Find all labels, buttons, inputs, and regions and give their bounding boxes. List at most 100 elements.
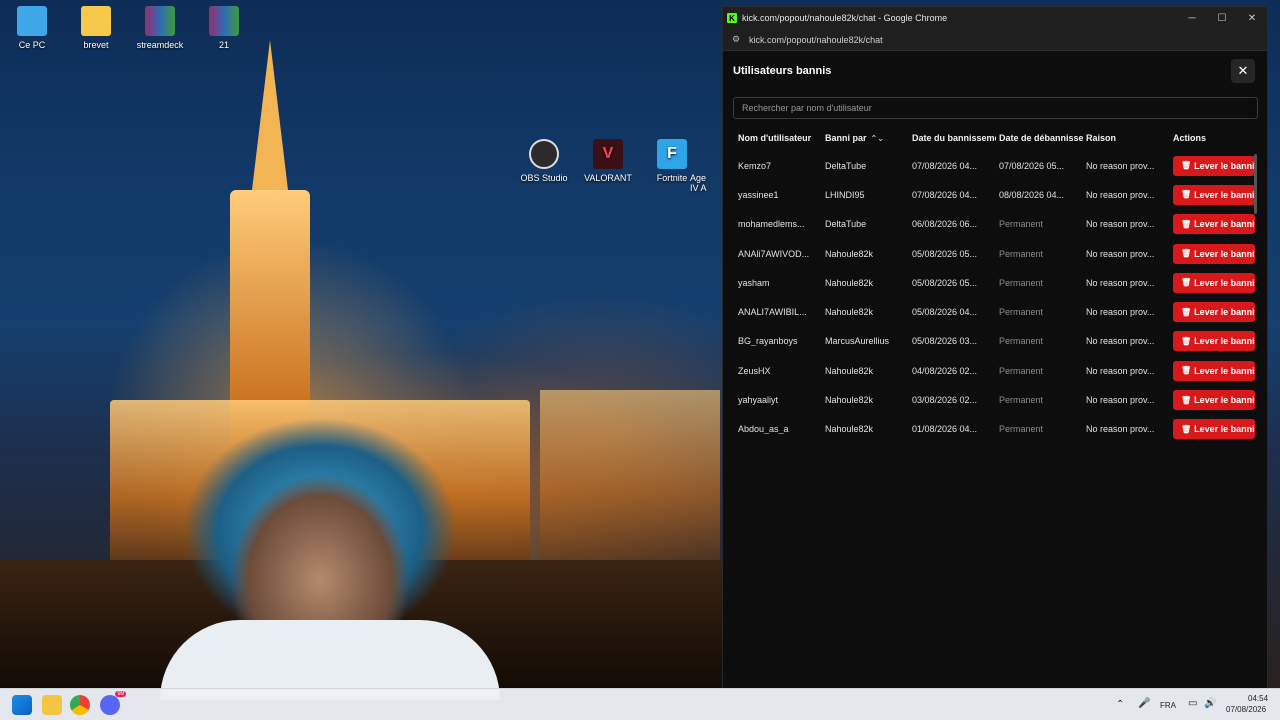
discord-notification-badge: 99 — [115, 691, 126, 697]
desktop-icon-label: Fortnite — [656, 173, 688, 183]
desktop-icon-ce-pc[interactable]: Ce PC — [0, 6, 64, 50]
unban-button-label: Lever le bannissement — [1194, 336, 1255, 347]
cell-reason: No reason prov... — [1086, 248, 1155, 259]
cell-unban-date: Permanent — [999, 307, 1044, 318]
cell-banned-by: Nahoule82k — [825, 248, 874, 259]
unban-button-label: Lever le bannissement — [1194, 189, 1255, 200]
cell-reason: No reason prov... — [1086, 160, 1155, 171]
unban-button-label: Lever le bannissement — [1194, 160, 1255, 171]
kick-logo-icon: K — [727, 13, 737, 23]
windows-start-icon[interactable] — [12, 695, 32, 715]
cell-ban-date: 03/08/2026 02... — [912, 395, 978, 406]
table-row: Abdou_as_a Nahoule82k 01/08/2026 04... Perm… — [723, 415, 1267, 444]
unban-button[interactable]: 🗑Lever le bannissement — [1173, 302, 1255, 323]
cell-ban-date: 05/08/2026 03... — [912, 336, 978, 347]
language-indicator[interactable]: FRA — [1160, 701, 1176, 710]
game-icon — [690, 139, 720, 169]
microphone-icon[interactable]: 🎤 — [1138, 698, 1150, 709]
table-row: ZeusHX Nahoule82k 04/08/2026 02... Permanen… — [723, 356, 1267, 385]
table-header: Nom d'utilisateur Banni par ⌃⌄ Date du ba… — [723, 125, 1267, 151]
clock-time[interactable]: 04:54 — [1248, 694, 1268, 703]
cell-unban-date: Permanent — [999, 219, 1044, 230]
trash-icon: 🗑 — [1181, 161, 1192, 171]
clock-date[interactable]: 07/08/2026 — [1226, 705, 1266, 714]
desktop-icon-label: brevet — [83, 40, 109, 50]
table-row: yahyaaliyt Nahoule82k 03/08/2026 02... Perm… — [723, 385, 1267, 414]
close-window-button[interactable]: ✕ — [1237, 7, 1267, 29]
volume-icon[interactable]: 🔊 — [1204, 698, 1216, 709]
cell-ban-date: 04/08/2026 02... — [912, 365, 978, 376]
banned-users-table: Nom d'utilisateur Banni par ⌃⌄ Date du ba… — [723, 125, 1267, 444]
desktop-icon-valorant[interactable]: V VALORANT — [576, 139, 640, 183]
desktop-icon-age[interactable]: Age IV A — [690, 139, 720, 193]
trash-icon: 🗑 — [1181, 190, 1192, 200]
cell-ban-date: 07/08/2026 04... — [912, 189, 978, 200]
cell-banned-by: Nahoule82k — [825, 307, 874, 318]
desktop-icon-streamdeck[interactable]: streamdeck — [128, 6, 192, 50]
minimize-button[interactable]: ─ — [1177, 7, 1207, 29]
trash-icon: 🗑 — [1181, 219, 1192, 229]
unban-button[interactable]: 🗑Lever le bannissement — [1173, 184, 1255, 205]
search-input[interactable]: Rechercher par nom d'utilisateur — [733, 97, 1258, 119]
cell-reason: No reason prov... — [1086, 395, 1155, 406]
unban-button[interactable]: 🗑Lever le bannissement — [1173, 155, 1255, 176]
unban-button[interactable]: 🗑Lever le bannissement — [1173, 214, 1255, 235]
file-explorer-icon[interactable] — [42, 695, 62, 715]
cell-reason: No reason prov... — [1086, 424, 1155, 435]
unban-button[interactable]: 🗑Lever le bannissement — [1173, 360, 1255, 381]
unban-button[interactable]: 🗑Lever le bannissement — [1173, 390, 1255, 411]
trash-icon: 🗑 — [1181, 424, 1192, 434]
network-icon[interactable]: ▭ — [1188, 698, 1197, 709]
desktop-icon-brevet[interactable]: brevet — [64, 6, 128, 50]
fortnite-icon: F — [657, 139, 687, 169]
trash-icon: 🗑 — [1181, 336, 1192, 346]
column-header-username[interactable]: Nom d'utilisateur — [738, 133, 820, 143]
unban-button-label: Lever le bannissement — [1194, 365, 1255, 376]
cell-banned-by: LHINDI95 — [825, 189, 865, 200]
cell-banned-by: DeltaTube — [825, 160, 867, 171]
cell-username: BG_rayanboys — [738, 336, 798, 347]
desktop-icon-21[interactable]: 21 — [192, 6, 256, 50]
column-header-ban-date[interactable]: Date du bannissement — [912, 133, 996, 143]
desktop-icon-obs[interactable]: OBS Studio — [512, 139, 576, 183]
cell-unban-date: Permanent — [999, 424, 1044, 435]
cell-reason: No reason prov... — [1086, 277, 1155, 288]
cell-ban-date: 05/08/2026 04... — [912, 307, 978, 318]
panel-close-button[interactable]: ✕ — [1231, 59, 1255, 83]
chrome-icon[interactable] — [70, 695, 90, 715]
cell-unban-date: 08/08/2026 04... — [999, 189, 1065, 200]
desktop-icon-label: Ce PC — [18, 40, 46, 50]
cell-username: yasham — [738, 277, 770, 288]
cell-unban-date: Permanent — [999, 365, 1044, 376]
discord-icon[interactable]: 99 — [100, 691, 126, 715]
cell-ban-date: 05/08/2026 05... — [912, 248, 978, 259]
desktop-icon-label: OBS Studio — [520, 173, 568, 183]
cell-reason: No reason prov... — [1086, 365, 1155, 376]
cell-unban-date: Permanent — [999, 395, 1044, 406]
cell-banned-by: DeltaTube — [825, 219, 867, 230]
table-scrollbar[interactable] — [1254, 154, 1257, 214]
tray-chevron-icon[interactable]: ⌃ — [1116, 699, 1124, 710]
maximize-button[interactable]: ☐ — [1207, 7, 1237, 29]
table-row: Kemzo7 DeltaTube 07/08/2026 04... 07/08/202… — [723, 151, 1267, 180]
cell-username: Abdou_as_a — [738, 424, 789, 435]
window-controls: ─ ☐ ✕ — [1177, 7, 1267, 29]
cell-username: ANAli7AWIVOD... — [738, 248, 810, 259]
unban-button[interactable]: 🗑Lever le bannissement — [1173, 331, 1255, 352]
window-titlebar[interactable]: K kick.com/popout/nahoule82k/chat - Goog… — [723, 7, 1267, 29]
trash-icon: 🗑 — [1181, 395, 1192, 405]
unban-button[interactable]: 🗑Lever le bannissement — [1173, 243, 1255, 264]
unban-button[interactable]: 🗑Lever le bannissement — [1173, 419, 1255, 440]
site-settings-icon[interactable]: ⚙ — [731, 34, 741, 45]
column-header-unban-date[interactable]: Date de débannissement — [999, 133, 1083, 143]
desktop-icon-label: VALORANT — [584, 173, 632, 183]
table-body: Kemzo7 DeltaTube 07/08/2026 04... 07/08/202… — [723, 151, 1267, 444]
table-row: BG_rayanboys MarcusAurellius 05/08/2026 03… — [723, 327, 1267, 356]
cell-username: ZeusHX — [738, 365, 771, 376]
column-header-banned-by[interactable]: Banni par ⌃⌄ — [825, 133, 909, 143]
unban-button[interactable]: 🗑Lever le bannissement — [1173, 272, 1255, 293]
cell-ban-date: 07/08/2026 04... — [912, 160, 978, 171]
table-row: ANALI7AWIBIL... Nahoule82k 05/08/2026 04..… — [723, 297, 1267, 326]
address-bar[interactable]: ⚙ kick.com/popout/nahoule82k/chat — [723, 29, 1267, 51]
column-header-reason[interactable]: Raison — [1086, 133, 1166, 143]
